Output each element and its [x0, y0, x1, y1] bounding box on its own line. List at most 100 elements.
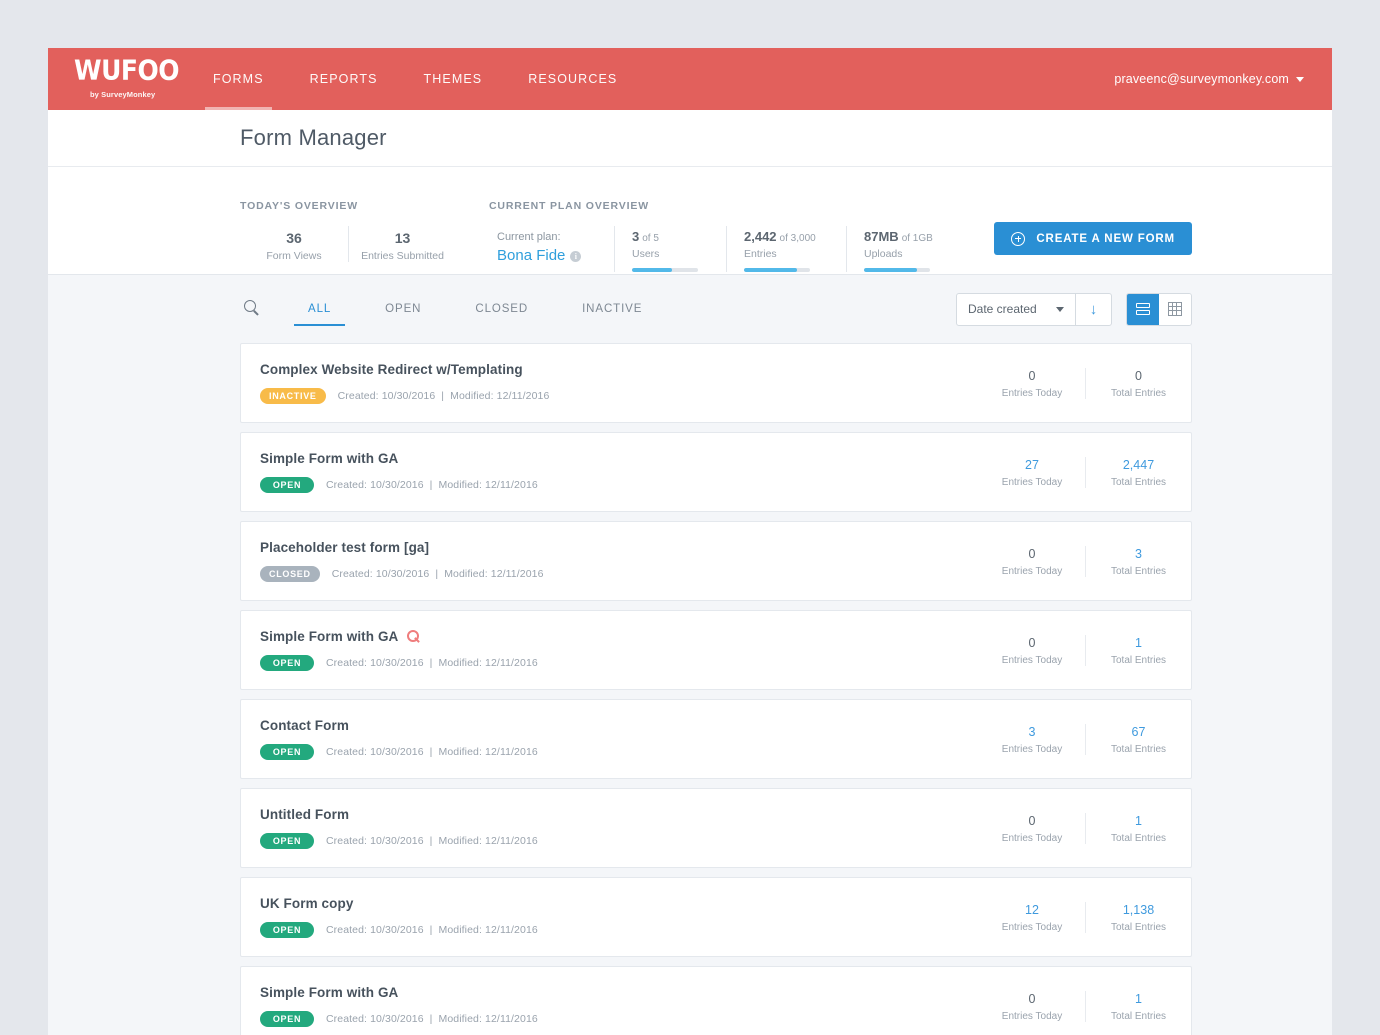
logo-wordmark: WUFOO: [74, 54, 179, 87]
account-menu[interactable]: praveenc@surveymonkey.com: [1114, 72, 1304, 86]
created-prefix: Created:: [326, 479, 368, 491]
logo-subtitle: by SurveyMonkey: [90, 90, 156, 100]
form-row[interactable]: Untitled Form OPEN Created: 10/30/2016 | Mod…: [240, 788, 1192, 868]
current-plan-block: Current plan: Bona Fide i: [497, 226, 602, 267]
created-date: 10/30/2016: [370, 746, 424, 758]
form-row[interactable]: Complex Website Redirect w/Templating INA…: [240, 343, 1192, 423]
form-row-meta: INACTIVE Created: 10/30/2016 | Modified: 12…: [260, 388, 979, 404]
form-row[interactable]: UK Form copy OPEN Created: 10/30/2016 | Modi…: [240, 877, 1192, 957]
meter-uploads-track: [864, 268, 930, 272]
entries-today-value: 0: [1028, 813, 1036, 828]
total-entries-stat: 67 Total Entries: [1085, 723, 1191, 755]
total-entries-stat: 0 Total Entries: [1085, 367, 1191, 399]
page-title: Form Manager: [240, 125, 387, 150]
created-date: 10/30/2016: [370, 479, 424, 491]
status-badge: OPEN: [260, 922, 314, 938]
sort-by-dropdown[interactable]: Date created: [957, 294, 1075, 325]
status-badge: OPEN: [260, 833, 314, 849]
form-row-title[interactable]: Untitled Form: [260, 807, 979, 822]
form-row-title[interactable]: Placeholder test form [ga]: [260, 540, 979, 555]
info-icon[interactable]: i: [570, 250, 582, 262]
meter-users: 3 of 5 Users: [614, 226, 714, 272]
total-entries-label: Total Entries: [1110, 654, 1167, 666]
nav-item-reports[interactable]: REPORTS: [287, 48, 401, 110]
entries-today-label: Entries Today: [1001, 1010, 1063, 1022]
grid-view-button[interactable]: [1159, 293, 1191, 325]
created-date: 10/30/2016: [370, 924, 424, 936]
form-row-title-text: Simple Form with GA: [260, 985, 399, 1000]
form-row[interactable]: Contact Form OPEN Created: 10/30/2016 | Modi…: [240, 699, 1192, 779]
total-entries-value: 1: [1135, 991, 1142, 1006]
nav-item-forms[interactable]: FORMS: [190, 48, 287, 110]
app-window: WUFOO by SurveyMonkey FORMS REPORTS THEM…: [48, 48, 1332, 1035]
form-row-title[interactable]: Simple Form with GA: [260, 985, 979, 1000]
form-row-title[interactable]: Contact Form: [260, 718, 979, 733]
search-icon[interactable]: [240, 296, 266, 322]
created-date: 10/30/2016: [370, 657, 424, 669]
tab-closed[interactable]: CLOSED: [461, 292, 542, 326]
status-badge: OPEN: [260, 744, 314, 760]
entries-today-value: 0: [1028, 368, 1036, 383]
total-entries-value: 2,447: [1122, 457, 1155, 472]
meter-entries-of: of 3,000: [779, 233, 816, 244]
current-plan-name-link[interactable]: Bona Fide i: [497, 245, 602, 267]
total-entries-stat: 1 Total Entries: [1085, 634, 1191, 666]
form-row-title-text: Untitled Form: [260, 807, 350, 822]
form-row-dates: Created: 10/30/2016 | Modified: 12/11/2016: [332, 568, 544, 580]
entries-today-stat: 0 Entries Today: [979, 991, 1085, 1022]
date-separator: |: [435, 568, 439, 580]
tab-inactive-label: INACTIVE: [582, 303, 643, 315]
form-row-meta: OPEN Created: 10/30/2016 | Modified: 12/11/…: [260, 744, 979, 760]
modified-date: 12/11/2016: [485, 746, 538, 758]
magnifier-glyph: [244, 300, 256, 312]
date-separator: |: [429, 835, 433, 847]
stat-form-views-label: Form Views: [266, 250, 322, 262]
entries-today-value: 0: [1028, 635, 1036, 650]
meter-entries-value: 2,442: [744, 229, 777, 244]
modified-date: 12/11/2016: [485, 657, 538, 669]
meter-entries: 2,442 of 3,000 Entries: [726, 226, 834, 272]
form-row[interactable]: Simple Form with GA OPEN Created: 10/30/20…: [240, 432, 1192, 512]
nav-item-reports-label: REPORTS: [309, 72, 378, 86]
tab-inactive[interactable]: INACTIVE: [568, 292, 656, 326]
entries-today-stat: 3 Entries Today: [979, 724, 1085, 755]
form-preview-magnifier-icon[interactable]: [407, 629, 421, 644]
meter-entries-top: 2,442 of 3,000: [744, 228, 834, 247]
modified-date: 12/11/2016: [485, 835, 538, 847]
meter-uploads-top: 87MB of 1GB: [864, 228, 954, 247]
entries-today-label: Entries Today: [1001, 476, 1063, 488]
form-row-meta: CLOSED Created: 10/30/2016 | Modified: 12/1…: [260, 566, 979, 582]
meter-users-track: [632, 268, 698, 272]
entries-today-value: 3: [1028, 724, 1036, 739]
entries-today-value: 0: [1028, 546, 1036, 561]
form-row-title[interactable]: Simple Form with GA: [260, 629, 979, 644]
meter-uploads-label: Uploads: [864, 248, 903, 260]
wufoo-logo[interactable]: WUFOO by SurveyMonkey: [48, 54, 190, 100]
meter-uploads: 87MB of 1GB Uploads: [846, 226, 954, 272]
sort-direction-button[interactable]: ↓: [1075, 293, 1111, 325]
form-row[interactable]: Simple Form with GA OPEN Created: 10/30/20…: [240, 610, 1192, 690]
list-view-button[interactable]: [1127, 293, 1159, 325]
created-date: 10/30/2016: [370, 1013, 424, 1025]
form-row[interactable]: Simple Form with GA OPEN Created: 10/30/20…: [240, 966, 1192, 1035]
form-row-title[interactable]: UK Form copy: [260, 896, 979, 911]
total-entries-stat: 1 Total Entries: [1085, 990, 1191, 1022]
date-separator: |: [429, 746, 433, 758]
page-title-band: Form Manager: [48, 110, 1332, 167]
nav-item-resources[interactable]: RESOURCES: [505, 48, 640, 110]
overview-band: TODAY'S OVERVIEW CURRENT PLAN OVERVIEW 3…: [48, 167, 1332, 275]
tab-all[interactable]: ALL: [294, 292, 346, 326]
tab-closed-label: CLOSED: [475, 303, 529, 315]
form-row-title[interactable]: Complex Website Redirect w/Templating: [260, 362, 979, 377]
entries-today-label: Entries Today: [1001, 387, 1063, 399]
tab-open[interactable]: OPEN: [371, 292, 435, 326]
total-entries-value: 3: [1135, 546, 1142, 561]
entries-today-value: 12: [1025, 902, 1039, 917]
nav-item-themes[interactable]: THEMES: [401, 48, 506, 110]
date-separator: |: [429, 479, 433, 491]
form-row[interactable]: Placeholder test form [ga] CLOSED Created:…: [240, 521, 1192, 601]
form-row-title[interactable]: Simple Form with GA: [260, 451, 979, 466]
total-entries-stat: 2,447 Total Entries: [1085, 456, 1191, 488]
create-a-new-form-button[interactable]: CREATE A NEW FORM: [994, 222, 1192, 255]
grid-view-icon: [1168, 302, 1182, 316]
